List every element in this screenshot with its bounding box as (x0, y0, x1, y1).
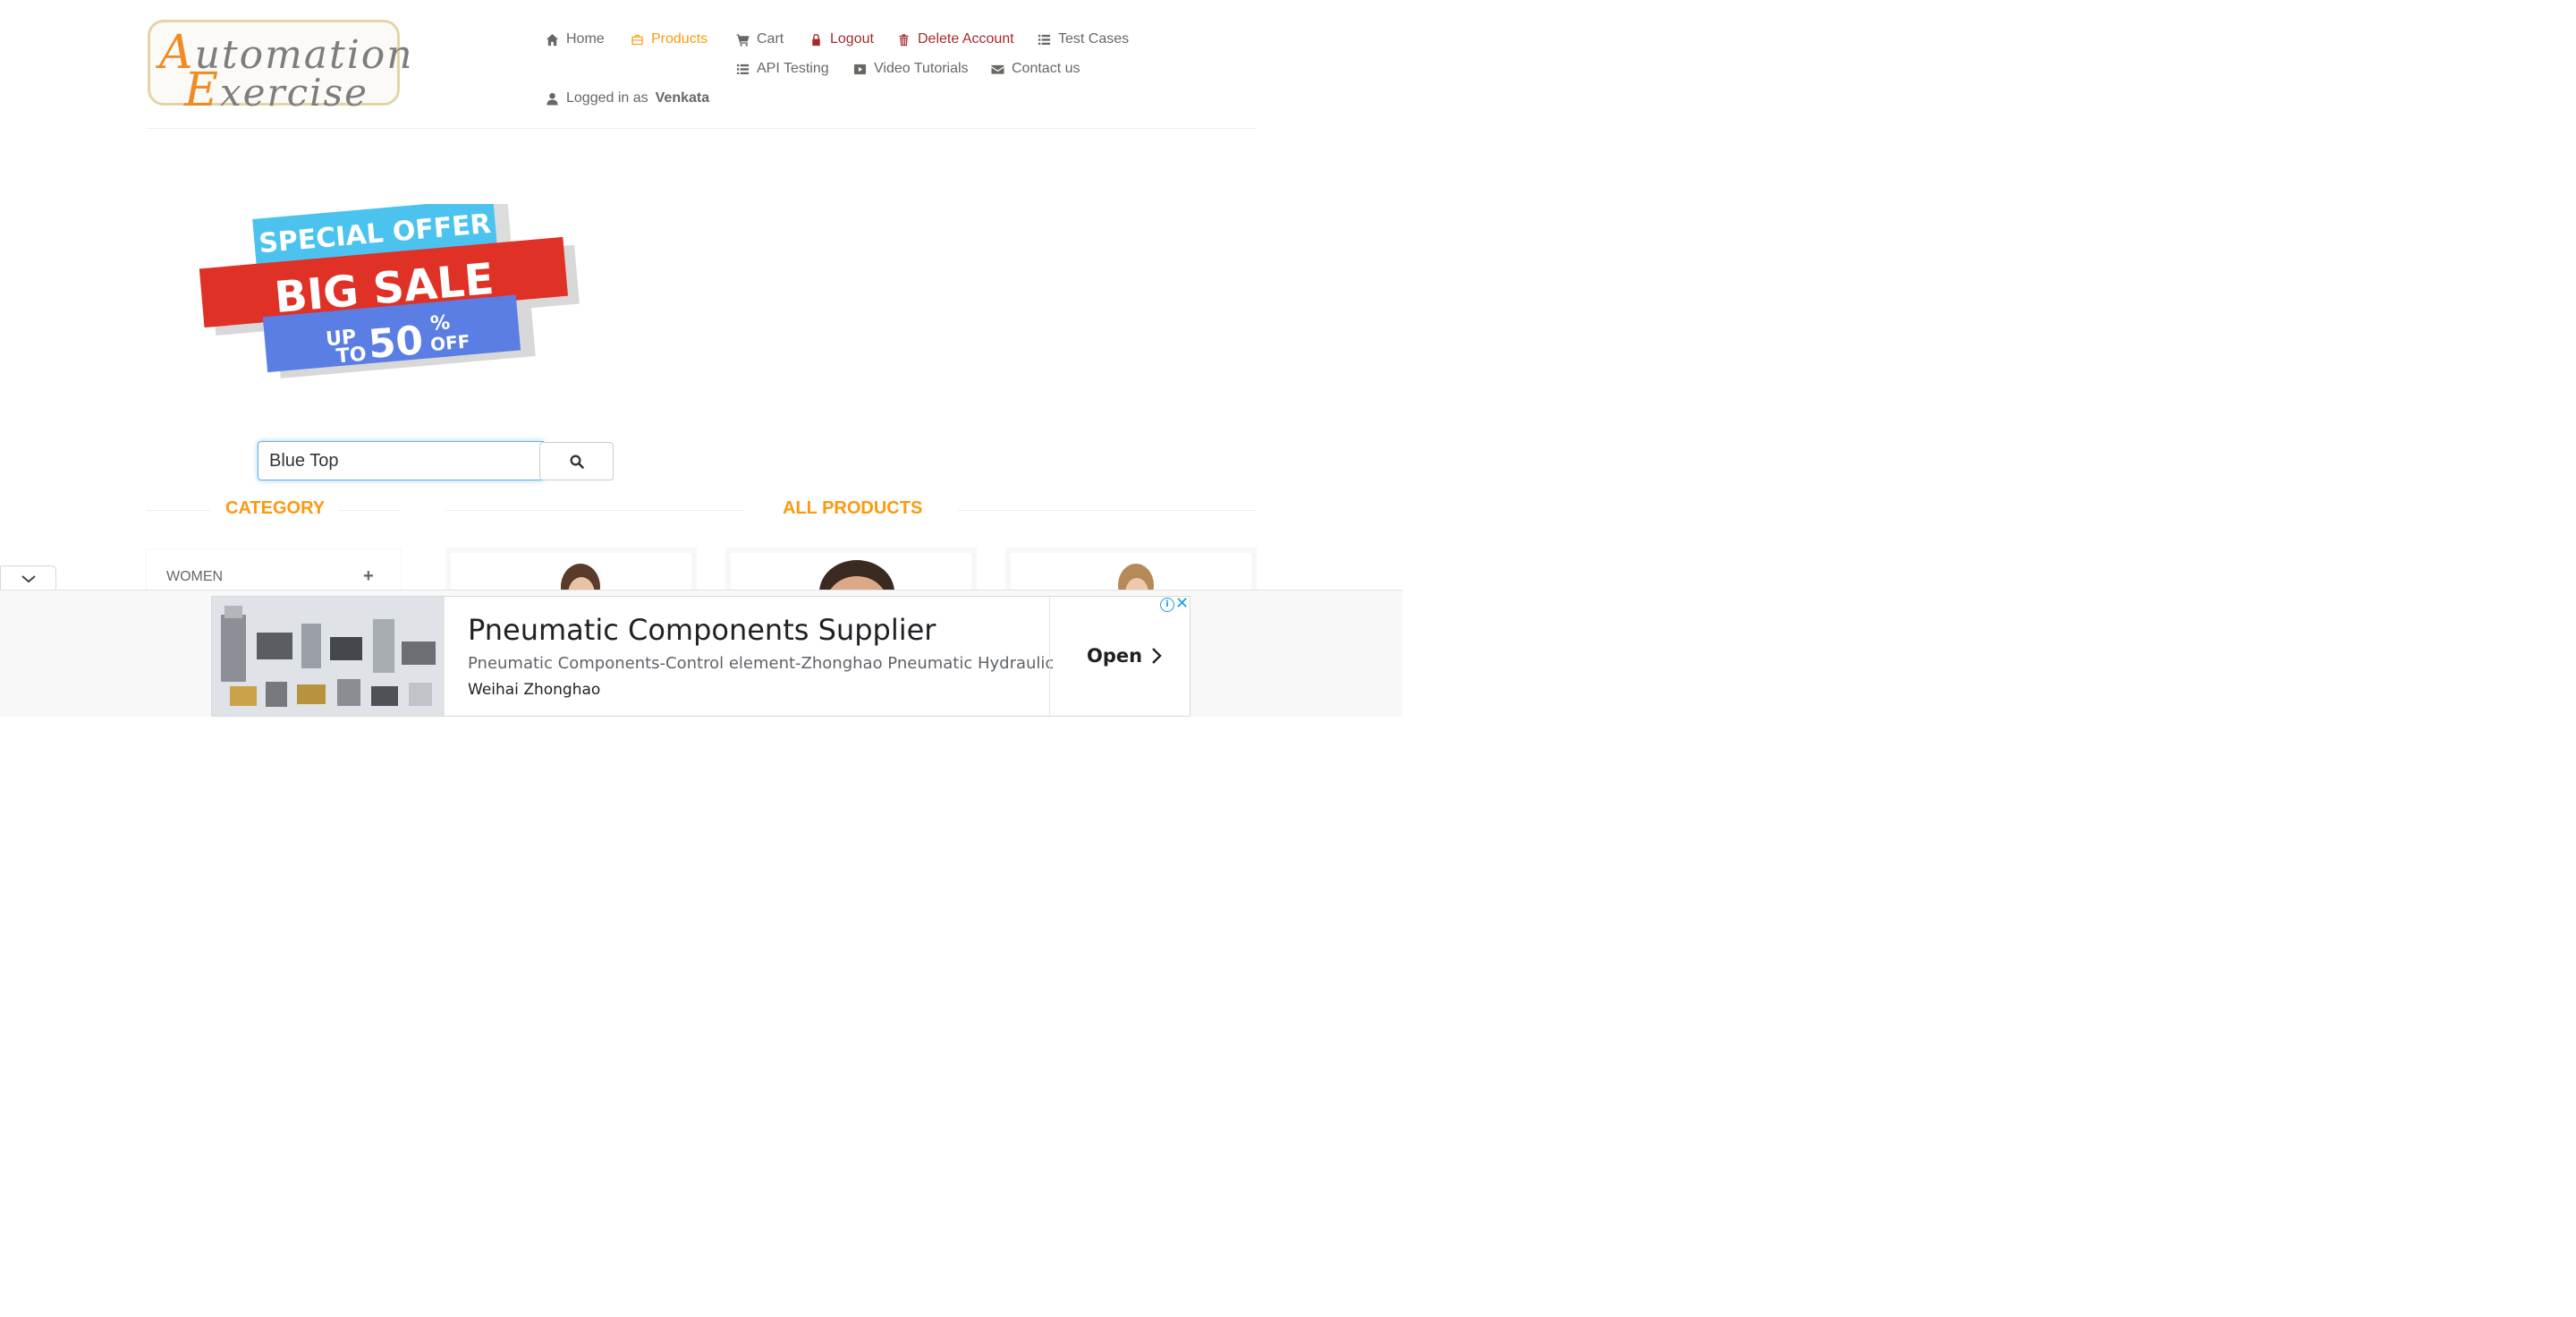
nav-video-tutorials-label: Video Tutorials (874, 61, 969, 76)
nav-cart[interactable]: Cart (736, 31, 784, 47)
chevron-right-icon (1152, 648, 1162, 664)
envelope-icon (991, 64, 1004, 74)
category-women[interactable]: WOMEN (166, 569, 223, 585)
ad-description: Pneumatic Components-Control element-Zho… (468, 654, 1055, 673)
banner-off: OFF (429, 330, 470, 355)
user-icon (547, 92, 558, 106)
site-logo[interactable]: Automation Exercise (148, 20, 412, 117)
nav-products[interactable]: Products (631, 31, 708, 47)
ad-collapse-toggle[interactable] (0, 565, 56, 591)
nav-home-label: Home (566, 31, 605, 47)
category-title-line-right (338, 510, 401, 511)
nav-logout[interactable]: Logout (809, 31, 874, 47)
lock-icon (812, 33, 820, 46)
ad-divider (1049, 597, 1050, 716)
category-title-line-left (146, 510, 210, 511)
all-products-title: ALL PRODUCTS (783, 498, 923, 518)
home-icon (546, 33, 559, 46)
category-title: CATEGORY (225, 498, 326, 518)
nav-logged-in: Logged in as Venkata (546, 90, 709, 106)
search-button[interactable] (539, 442, 614, 480)
nav-logout-label: Logout (830, 31, 874, 47)
logged-in-label: Logged in as (566, 90, 648, 106)
youtube-play-icon (853, 64, 867, 74)
nav-test-cases[interactable]: Test Cases (1038, 31, 1129, 47)
banner-percent-value: 50 (367, 318, 425, 368)
nav-home[interactable]: Home (546, 31, 605, 47)
ad-title[interactable]: Pneumatic Components Supplier (468, 613, 936, 647)
ad-image-pneumatic-parts (212, 597, 445, 716)
nav-api-testing[interactable]: API Testing (736, 61, 829, 77)
logo-line-2: Exercise (184, 64, 369, 117)
trash-icon (899, 33, 909, 46)
logged-in-username: Venkata (655, 90, 710, 106)
nav-delete-account-label: Delete Account (918, 31, 1014, 47)
banner-to: TO (335, 344, 368, 369)
nav-cart-label: Cart (757, 31, 784, 47)
header-divider (146, 128, 1257, 129)
products-title-line-left (445, 510, 744, 511)
ad-open-button[interactable]: Open (1087, 645, 1162, 667)
ad-open-label: Open (1087, 645, 1143, 667)
nav-delete-account[interactable]: Delete Account (897, 31, 1014, 47)
search-product-input[interactable] (258, 441, 544, 480)
special-offer-banner: SPECIAL OFFER BIG SALE UP TO 50 % OFF (199, 204, 580, 378)
nav-video-tutorials[interactable]: Video Tutorials (853, 61, 969, 77)
nav-contact-us[interactable]: Contact us (991, 61, 1080, 77)
briefcase-icon (631, 34, 643, 45)
cart-icon (736, 33, 750, 47)
nav-api-testing-label: API Testing (757, 61, 829, 76)
ad-close-icon[interactable]: ✕ (1175, 594, 1189, 613)
search-icon (570, 455, 584, 469)
products-title-line-right (958, 510, 1257, 511)
ad-advertiser: Weihai Zhonghao (468, 681, 601, 699)
ad-info-icon[interactable]: i (1160, 598, 1174, 612)
list-icon (736, 64, 750, 74)
category-women-expand[interactable]: + (363, 566, 374, 587)
ad-banner[interactable]: Pneumatic Components Supplier Pneumatic … (211, 596, 1191, 717)
list-icon (1038, 34, 1051, 45)
nav-products-label: Products (651, 31, 708, 47)
nav-test-cases-label: Test Cases (1058, 31, 1130, 47)
chevron-down-icon (21, 574, 36, 582)
nav-contact-us-label: Contact us (1012, 61, 1080, 76)
